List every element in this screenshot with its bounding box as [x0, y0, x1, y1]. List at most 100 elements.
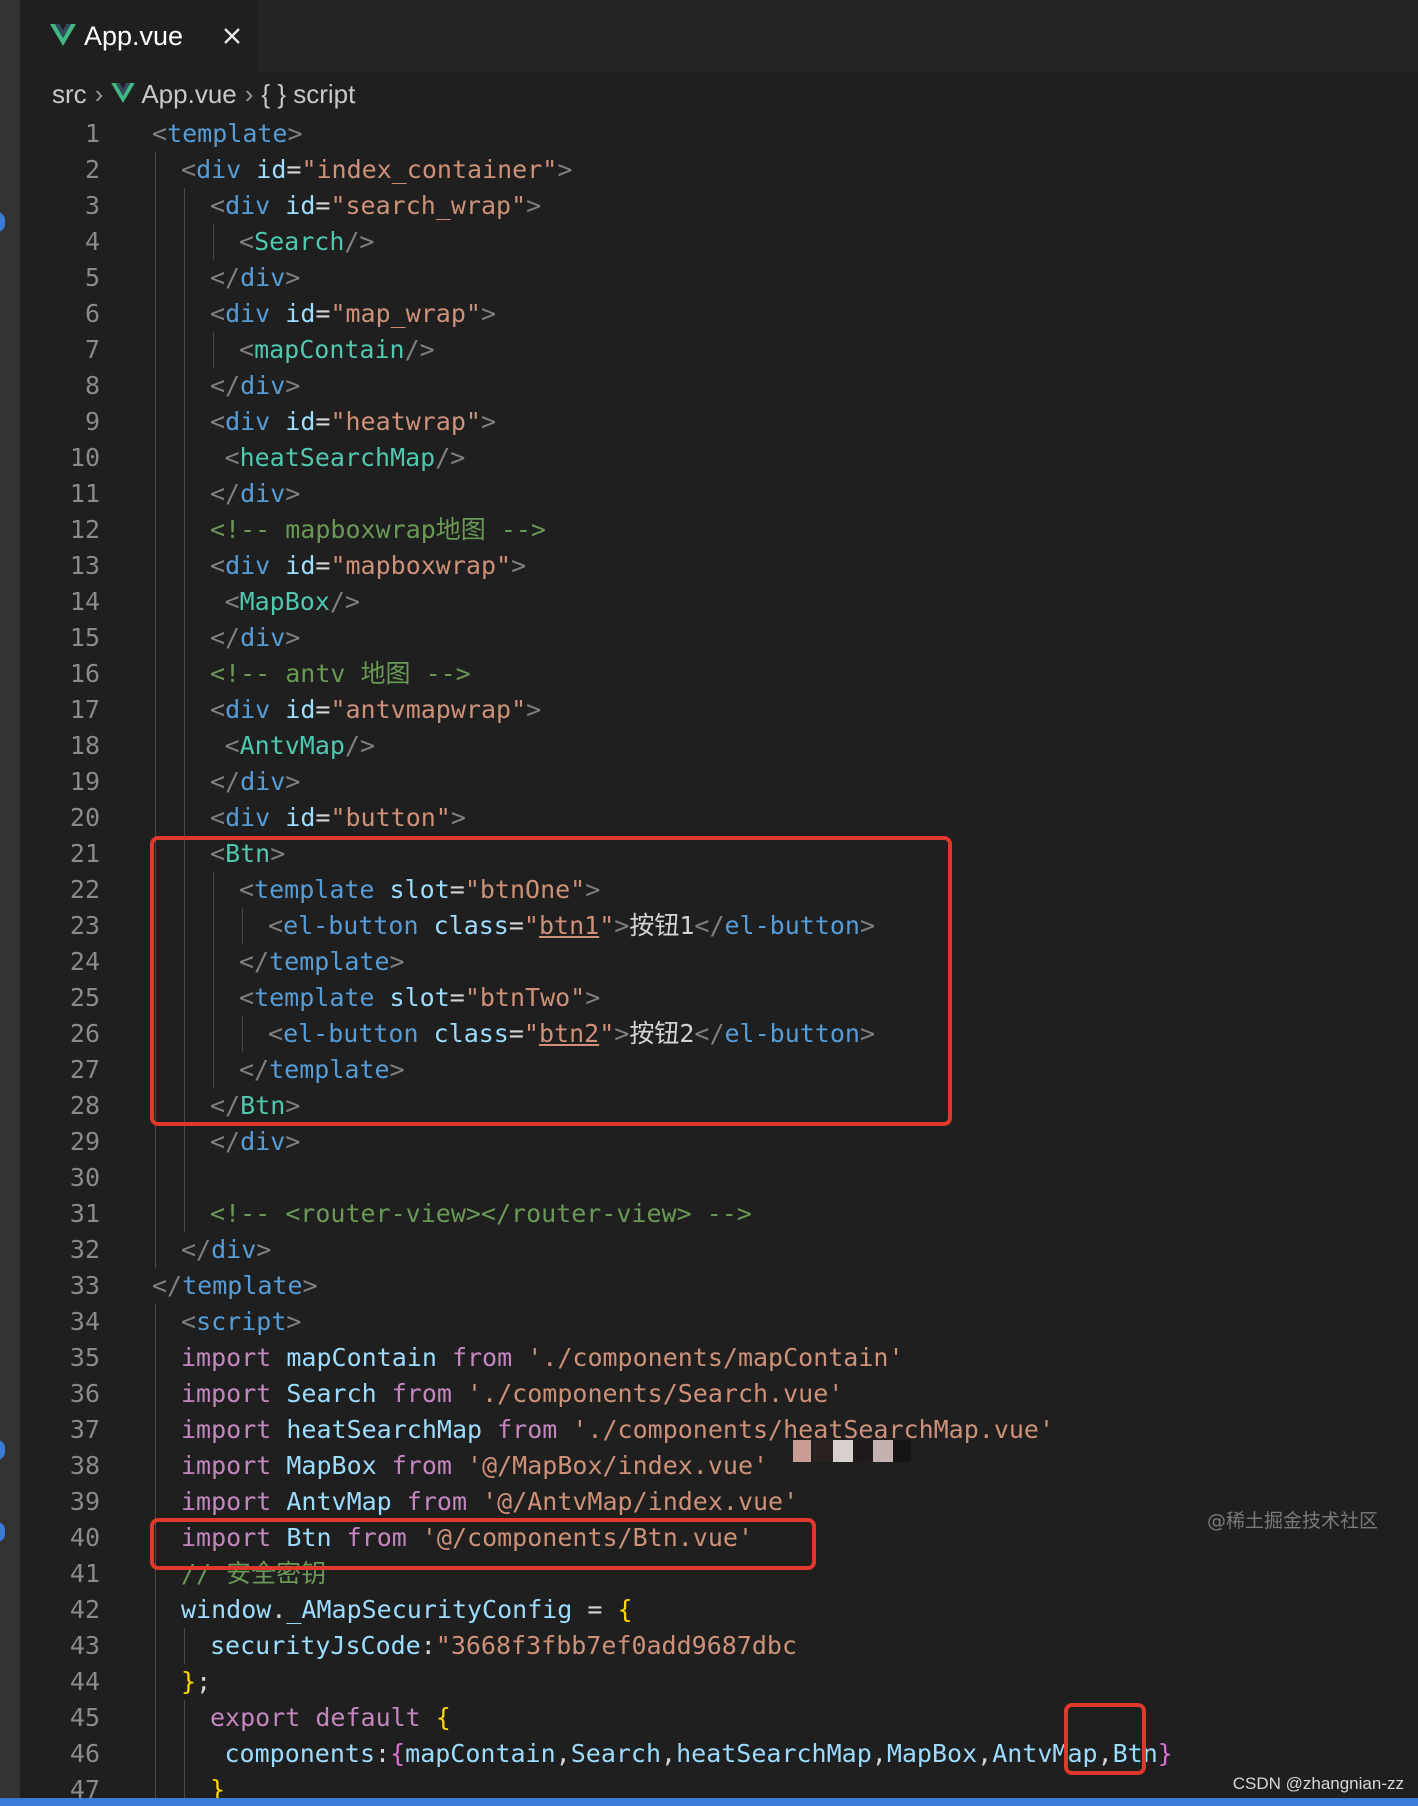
code-line[interactable]: 17 <div id="antvmapwrap"> [20, 692, 1418, 728]
code-line[interactable]: 38 import MapBox from '@/MapBox/index.vue… [20, 1448, 1418, 1484]
indent-guide [155, 296, 156, 332]
code-token: template [167, 119, 288, 148]
line-number: 20 [69, 803, 100, 832]
line-number: 43 [69, 1631, 100, 1660]
status-bar [0, 1798, 1418, 1806]
line-number: 7 [84, 335, 100, 364]
code-text: <!-- <router-view></router-view> --> [210, 1196, 752, 1232]
line-number: 28 [69, 1091, 100, 1120]
chevron-right-icon: › [94, 78, 104, 109]
code-line[interactable]: 5 </div> [20, 260, 1418, 296]
code-token: div [225, 299, 271, 328]
code-line[interactable]: 2 <div id="index_container"> [20, 152, 1418, 188]
indent-guide [155, 332, 156, 368]
indent-guide [184, 512, 185, 548]
code-token: } [1157, 1739, 1173, 1768]
code-line[interactable]: 32 </div> [20, 1232, 1418, 1268]
indent-guide [155, 1736, 156, 1772]
code-token: , [661, 1739, 677, 1768]
code-text: components:{mapContain,Search,heatSearch… [225, 1736, 1173, 1772]
indent-guide [155, 584, 156, 620]
code-line[interactable]: 12 <!-- mapboxwrap地图 --> [20, 512, 1418, 548]
code-token: "search_wrap" [330, 191, 527, 220]
code-line[interactable]: 34 <script> [20, 1304, 1418, 1340]
indent-guide [184, 1160, 185, 1196]
code-line[interactable]: 45 export default { [20, 1700, 1418, 1736]
breadcrumb-file[interactable]: App.vue [141, 79, 236, 110]
indent-guide [155, 152, 156, 188]
code-text: </div> [210, 476, 300, 512]
indent-guide [155, 440, 156, 476]
code-token: > [450, 803, 466, 832]
code-line[interactable]: 20 <div id="button"> [20, 800, 1418, 836]
indent-guide [184, 368, 185, 404]
code-line[interactable]: 9 <div id="heatwrap"> [20, 404, 1418, 440]
code-token: './components/mapContain' [527, 1343, 904, 1372]
code-line[interactable]: 4 <Search/> [20, 224, 1418, 260]
line-number: 37 [69, 1415, 100, 1444]
code-line[interactable]: 46 components:{mapContain,Search,heatSear… [20, 1736, 1418, 1772]
code-line[interactable]: 42 window._AMapSecurityConfig = { [20, 1592, 1418, 1628]
code-token: /> [435, 443, 466, 472]
close-icon[interactable] [219, 23, 245, 49]
code-line[interactable]: 13 <div id="mapboxwrap"> [20, 548, 1418, 584]
code-line[interactable]: 19 </div> [20, 764, 1418, 800]
code-line[interactable]: 36 import Search from './components/Searc… [20, 1376, 1418, 1412]
code-line[interactable]: 37 import heatSearchMap from './component… [20, 1412, 1418, 1448]
code-line[interactable]: 43 securityJsCode:"3668f3fbb7ef0add9687db… [20, 1628, 1418, 1664]
code-line[interactable]: 33 </template> [20, 1268, 1418, 1304]
code-line[interactable]: 8 </div> [20, 368, 1418, 404]
code-line[interactable]: 11 </div> [20, 476, 1418, 512]
code-line[interactable]: 1 <template> [20, 116, 1418, 152]
code-line[interactable]: 31 <!-- <router-view></router-view> --> [20, 1196, 1418, 1232]
code-text: </div> [210, 260, 300, 296]
breadcrumb-symbol[interactable]: { } script [261, 79, 355, 110]
indent-guide [155, 512, 156, 548]
code-line[interactable]: 30 [20, 1160, 1418, 1196]
code-line[interactable]: 18 <AntvMap/> [20, 728, 1418, 764]
line-number: 4 [84, 227, 100, 256]
line-number: 38 [69, 1451, 100, 1480]
code-token: '@/AntvMap/index.vue' [482, 1487, 799, 1516]
indent-guide [184, 332, 185, 368]
code-line[interactable]: 15 </div> [20, 620, 1418, 656]
code-token: div [240, 1127, 286, 1156]
tab-title: App.vue [84, 20, 184, 51]
code-token: div [240, 371, 286, 400]
indent-guide [184, 440, 185, 476]
code-line[interactable]: 3 <div id="search_wrap"> [20, 188, 1418, 224]
indent-guide [155, 1124, 156, 1160]
code-line[interactable]: 6 <div id="map_wrap"> [20, 296, 1418, 332]
line-number: 5 [84, 263, 100, 292]
code-token: < [224, 731, 240, 760]
line-number: 17 [69, 695, 100, 724]
code-line[interactable]: 29 </div> [20, 1124, 1418, 1160]
code-token: = [315, 191, 331, 220]
code-line[interactable]: 10 <heatSearchMap/> [20, 440, 1418, 476]
breadcrumb-folder[interactable]: src [52, 79, 87, 110]
code-line[interactable]: 35 import mapContain from './components/m… [20, 1340, 1418, 1376]
code-token: = [572, 1595, 618, 1624]
code-line[interactable]: 44}; [20, 1664, 1418, 1700]
code-line[interactable]: 14 <MapBox/> [20, 584, 1418, 620]
code-token: > [256, 1235, 272, 1264]
code-line[interactable]: 7 <mapContain/> [20, 332, 1418, 368]
code-text: <!-- mapboxwrap地图 --> [210, 512, 546, 548]
code-token: = [315, 803, 331, 832]
code-token: Search [570, 1739, 662, 1768]
code-token: div [240, 767, 286, 796]
code-token: mapContain [286, 1343, 437, 1372]
code-text: <mapContain/> [239, 332, 435, 368]
code-token: from [406, 1487, 468, 1516]
line-number: 9 [84, 407, 100, 436]
indent-guide [155, 1160, 156, 1196]
tab-app-vue[interactable]: App.vue [20, 0, 257, 72]
line-number: 29 [69, 1127, 100, 1156]
code-line[interactable]: 16 <!-- antv 地图 --> [20, 656, 1418, 692]
code-token: </ [181, 1235, 212, 1264]
